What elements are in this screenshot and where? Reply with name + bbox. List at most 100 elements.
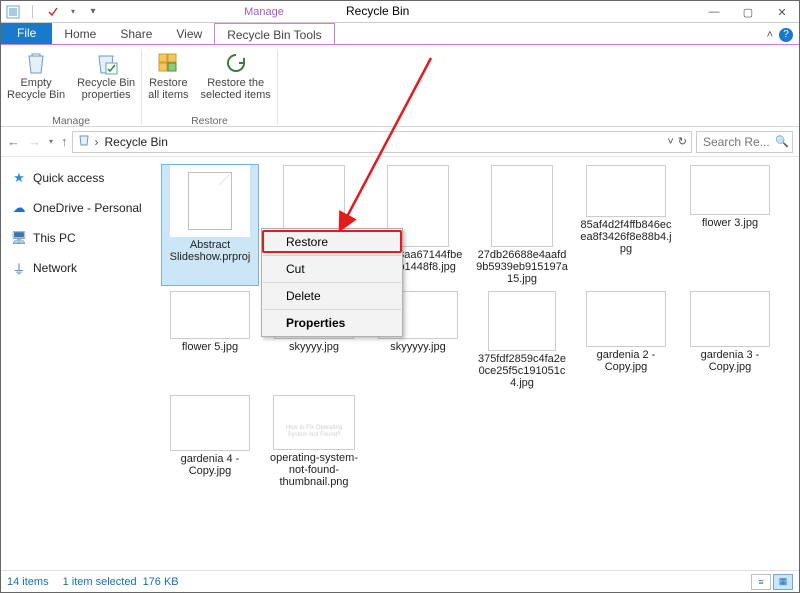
sidebar-item-label: This PC (33, 231, 76, 245)
contextual-tab-label: Manage (211, 1, 317, 23)
file-thumbnail (170, 395, 250, 451)
restore-all-items-label: Restore all items (148, 77, 188, 101)
recycle-bin-properties-label: Recycle Bin properties (77, 77, 135, 101)
recycle-bin-properties-button[interactable]: Recycle Bin properties (71, 47, 141, 115)
context-menu-separator (263, 255, 401, 256)
restore-all-items-button[interactable]: Restore all items (142, 47, 194, 115)
restore-all-icon (153, 49, 183, 77)
status-item-count: 14 items (7, 576, 49, 588)
context-menu: Restore Cut Delete Properties (261, 228, 403, 337)
maximize-button[interactable]: ▢ (731, 1, 765, 23)
refresh-icon[interactable]: ↻ (678, 135, 687, 148)
address-dropdown-icon[interactable]: ˅ (667, 136, 673, 148)
file-item[interactable]: 375fdf2859c4fa2e0ce25f5c191051c4.jpg (474, 291, 570, 389)
file-item[interactable]: flower 3.jpg (682, 165, 778, 285)
file-thumbnail (491, 165, 553, 247)
qat-app-icon (5, 4, 21, 20)
sidebar-item-onedrive[interactable]: ☁ OneDrive - Personal (7, 197, 152, 219)
restore-selected-items-label: Restore the selected items (201, 77, 271, 101)
file-item[interactable]: flower 5.jpg (162, 291, 258, 389)
status-bar: 14 items 1 item selected 176 KB ≡ ▦ (1, 570, 799, 592)
file-thumbnail: How to Fix Operating System Not Found? (273, 395, 355, 450)
context-menu-cut[interactable]: Cut (262, 258, 402, 280)
context-menu-separator (263, 309, 401, 310)
navigation-bar: ← → ▾ ↑ Recycle Bin ˅ ↻ 🔍 (1, 127, 799, 157)
file-item[interactable]: 85af4d2f4ffb846ecea8f3426f8e88b4.jpg (578, 165, 674, 285)
file-name-label: gardenia 4 - Copy.jpg (164, 453, 256, 477)
tab-home[interactable]: Home (52, 23, 108, 44)
context-menu-properties[interactable]: Properties (262, 312, 402, 334)
recent-locations-icon[interactable]: ▾ (49, 137, 53, 146)
back-button[interactable]: ← (7, 134, 20, 149)
address-bar[interactable]: Recycle Bin ˅ ↻ (72, 131, 692, 153)
empty-recycle-bin-button[interactable]: Empty Recycle Bin (1, 47, 71, 115)
file-item[interactable]: How to Fix Operating System Not Found?op… (266, 395, 362, 488)
breadcrumb-recycle-bin[interactable]: Recycle Bin (103, 135, 170, 149)
file-item[interactable]: Abstract Slideshow.prproj (162, 165, 258, 285)
this-pc-icon: 🖥 (11, 230, 27, 246)
minimize-button[interactable]: — (697, 1, 731, 23)
file-thumbnail (586, 291, 666, 347)
context-menu-separator (263, 282, 401, 283)
file-name-label: 27db26688e4aafd9b5939eb915197a15.jpg (476, 249, 568, 285)
file-name-label: gardenia 2 - Copy.jpg (580, 349, 672, 373)
qat-dropdown-icon[interactable]: ▾ (65, 4, 81, 20)
file-name-label: 375fdf2859c4fa2e0ce25f5c191051c4.jpg (476, 353, 568, 389)
forward-button[interactable]: → (28, 134, 41, 149)
file-item[interactable]: gardenia 4 - Copy.jpg (162, 395, 258, 488)
file-list[interactable]: Abstract Slideshow.prproj588d3aa67144fbe… (158, 157, 799, 569)
status-selected-count: 1 item selected (63, 576, 137, 588)
file-item[interactable]: gardenia 3 - Copy.jpg (682, 291, 778, 389)
help-icon[interactable]: ? (779, 28, 793, 42)
ribbon-group-manage-label: Manage (52, 115, 90, 127)
close-button[interactable]: ✕ (765, 1, 799, 23)
breadcrumb-separator[interactable] (91, 135, 103, 149)
file-item[interactable]: 27db26688e4aafd9b5939eb915197a15.jpg (474, 165, 570, 285)
ribbon-collapse-icon[interactable]: ˄ (767, 29, 773, 41)
quick-access-icon: ★ (11, 170, 27, 186)
file-name-label: skyyyyy.jpg (390, 341, 445, 353)
file-name-label: Abstract Slideshow.prproj (164, 239, 256, 263)
sidebar-item-network[interactable]: ⏚ Network (7, 257, 152, 279)
sidebar-item-quick-access[interactable]: ★ Quick access (7, 167, 152, 189)
file-thumbnail (586, 165, 666, 217)
address-bar-icon (77, 133, 91, 150)
file-name-label: flower 3.jpg (702, 217, 758, 229)
titlebar: │ ▾ ▾ Manage Recycle Bin — ▢ ✕ (1, 1, 799, 23)
tab-file[interactable]: File (1, 23, 52, 44)
navigation-pane: ★ Quick access ☁ OneDrive - Personal 🖥 T… (1, 157, 158, 569)
context-menu-restore[interactable]: Restore (262, 231, 402, 253)
tab-view[interactable]: View (164, 23, 214, 44)
file-name-label: operating-system-not-found-thumbnail.png (268, 452, 360, 488)
file-thumbnail (488, 291, 556, 351)
status-selected-size: 176 KB (143, 576, 179, 588)
tab-share[interactable]: Share (108, 23, 164, 44)
view-large-icons-button[interactable]: ▦ (773, 574, 793, 590)
qat-overflow-icon[interactable]: ▾ (85, 4, 101, 20)
restore-selected-items-button[interactable]: Restore the selected items (195, 47, 277, 115)
sidebar-item-label: Network (33, 261, 77, 275)
up-button[interactable]: ↑ (61, 134, 68, 149)
file-thumbnail (690, 291, 770, 347)
file-thumbnail (170, 165, 250, 237)
view-details-button[interactable]: ≡ (751, 574, 771, 590)
ribbon-group-restore-label: Restore (191, 115, 228, 127)
sidebar-item-label: Quick access (33, 171, 104, 185)
window-title: Recycle Bin (346, 4, 409, 18)
file-item[interactable]: gardenia 2 - Copy.jpg (578, 291, 674, 389)
context-menu-delete[interactable]: Delete (262, 285, 402, 307)
qat-separator: │ (25, 4, 41, 20)
file-name-label: 85af4d2f4ffb846ecea8f3426f8e88b4.jpg (580, 219, 672, 255)
file-name-label: skyyyy.jpg (289, 341, 339, 353)
tab-strip: File Home Share View Recycle Bin Tools ˄… (1, 23, 799, 44)
sidebar-item-this-pc[interactable]: 🖥 This PC (7, 227, 152, 249)
file-thumbnail (690, 165, 770, 215)
network-icon: ⏚ (11, 260, 27, 276)
empty-recycle-bin-label: Empty Recycle Bin (7, 77, 65, 101)
file-name-label: flower 5.jpg (182, 341, 238, 353)
qat-properties-icon[interactable] (45, 4, 61, 20)
file-thumbnail (170, 291, 250, 339)
onedrive-icon: ☁ (11, 200, 27, 216)
tab-recycle-bin-tools[interactable]: Recycle Bin Tools (214, 23, 335, 44)
restore-selected-icon (221, 49, 251, 77)
